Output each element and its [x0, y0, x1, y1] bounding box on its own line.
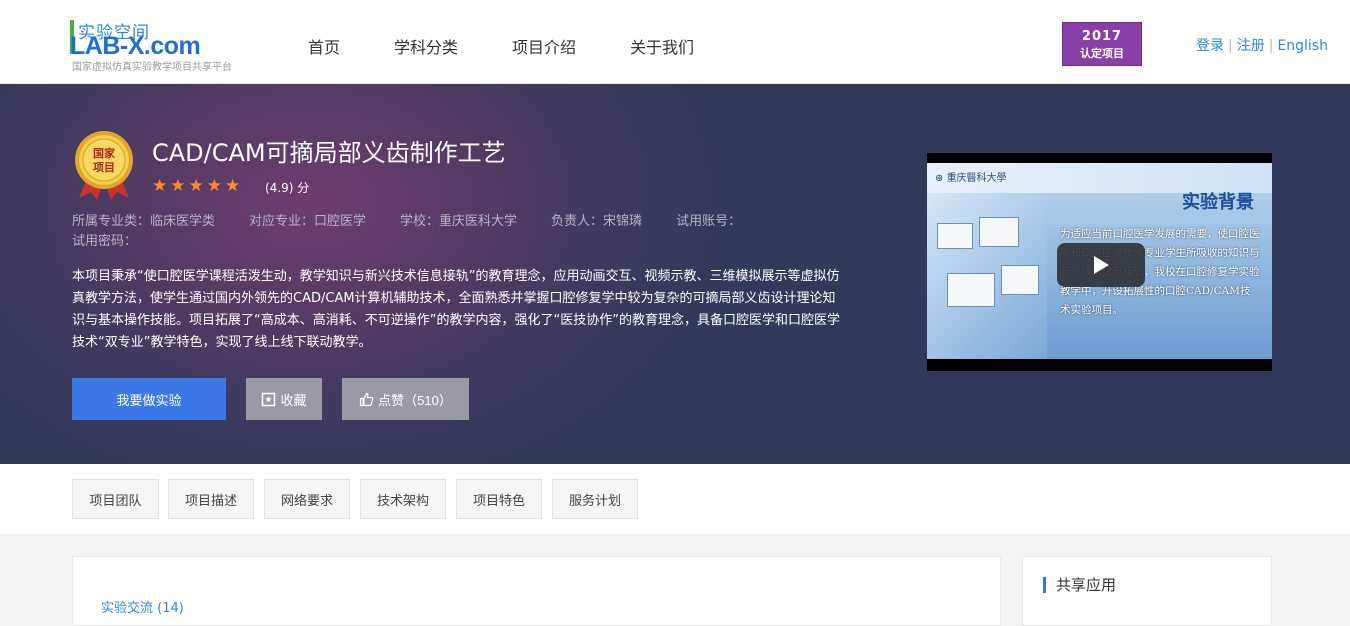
main-content-panel: 实验交流 (14) — [72, 556, 1001, 626]
meta-owner: 负责人：宋锦璘 — [551, 214, 643, 229]
meta-trial-password: 试用密码： — [72, 234, 138, 249]
like-label: 点赞（510） — [378, 392, 452, 408]
bookmark-icon — [262, 392, 276, 406]
auth-links: 登录 | 注册 | English — [1196, 35, 1328, 55]
like-button[interactable]: 点赞（510） — [342, 378, 469, 420]
meta-trial-account: 试用账号： — [676, 214, 742, 229]
site-logo[interactable]: 实验空间 LAB-X.com 国家虚拟仿真实验教学项目共享平台 — [70, 18, 260, 74]
medal-label: 国家 — [93, 146, 116, 160]
favorite-label: 收藏 — [280, 392, 307, 408]
rating-score: (4.9) 分 — [265, 181, 310, 195]
separator: | — [1228, 38, 1233, 54]
shared-apps-heading: 共享应用 — [1043, 577, 1116, 593]
tab-architecture[interactable]: 技术架构 — [360, 479, 446, 519]
nav-home[interactable]: 首页 — [308, 34, 340, 58]
badge-label: 认定项目 — [1080, 47, 1124, 60]
nav-subjects[interactable]: 学科分类 — [394, 34, 458, 58]
english-link[interactable]: English — [1277, 38, 1328, 54]
slide-lab-photo — [927, 193, 1047, 359]
badge-year: 2017 — [1081, 29, 1123, 44]
meta-major: 对应专业：口腔医学 — [249, 214, 367, 229]
separator: | — [1268, 38, 1274, 54]
play-icon — [1094, 256, 1109, 274]
tab-description[interactable]: 项目描述 — [168, 479, 254, 519]
experiment-exchange-link[interactable]: 实验交流 (14) — [101, 597, 184, 616]
national-project-medal-icon: 国家 项目 — [75, 131, 133, 200]
top-navigation-bar: 实验空间 LAB-X.com 国家虚拟仿真实验教学项目共享平台 首页 学科分类 … — [0, 0, 1350, 84]
tab-features[interactable]: 项目特色 — [456, 479, 542, 519]
play-button[interactable] — [1057, 243, 1145, 287]
slide-school-name: ⊛ 重庆醫科大學 — [935, 173, 1007, 184]
project-title: CAD/CAM可摘局部义齿制作工艺 — [152, 139, 506, 167]
medal-label: 项目 — [93, 161, 115, 174]
slide-school-text: 重庆醫科大學 — [946, 173, 1007, 184]
tab-service-plan[interactable]: 服务计划 — [552, 479, 638, 519]
intro-video-player[interactable]: ⊛ 重庆醫科大學 实验背景 为适应当前口腔医学发展的需要，使口腔医学和口腔医学技… — [927, 153, 1272, 371]
nav-about[interactable]: 关于我们 — [630, 34, 694, 58]
tab-team[interactable]: 项目团队 — [72, 479, 159, 519]
logo-english: LAB-X.com — [70, 32, 201, 60]
register-link[interactable]: 注册 — [1237, 38, 1265, 54]
main-nav: 首页 学科分类 项目介绍 关于我们 — [308, 34, 748, 58]
thumbs-up-icon — [360, 392, 374, 406]
login-link[interactable]: 登录 — [1196, 38, 1224, 54]
nav-projects[interactable]: 项目介绍 — [512, 34, 576, 58]
tab-network[interactable]: 网络要求 — [264, 479, 350, 519]
meta-major-category: 所属专业类：临床医学类 — [72, 214, 216, 229]
logo-subtitle: 国家虚拟仿真实验教学项目共享平台 — [72, 62, 232, 73]
rating-stars-icon: ★★★★★ — [152, 176, 244, 196]
project-description: 本项目秉承“使口腔医学课程活泼生动，教学知识与新兴技术信息接轨”的教育理念，应用… — [72, 269, 840, 350]
slide-title: 实验背景 — [1182, 192, 1254, 213]
start-experiment-button[interactable]: 我要做实验 — [72, 378, 226, 420]
project-meta: 所属专业类：临床医学类 对应专业：口腔医学 学校：重庆医科大学 负责人：宋锦璘 试用账号… — [72, 212, 832, 252]
certified-2017-badge[interactable]: 2017 认定项目 — [1062, 22, 1142, 66]
meta-school: 学校：重庆医科大学 — [400, 214, 518, 229]
side-panel: 共享应用 — [1022, 556, 1272, 626]
favorite-button[interactable]: 收藏 — [246, 378, 322, 420]
